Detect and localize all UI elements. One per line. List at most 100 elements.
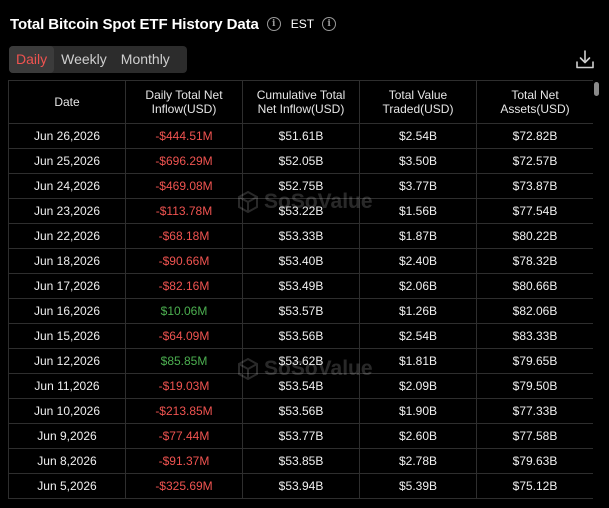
cell-cumulative-net-inflow: $53.57B	[242, 298, 360, 324]
table-row[interactable]: Jun 5,2026 -$325.69M $53.94B $5.39B $75.12B	[8, 473, 593, 499]
cell-total-net-assets: $73.87B	[476, 173, 593, 199]
scrollbar-thumb[interactable]	[594, 82, 599, 96]
tab-daily[interactable]: Daily	[9, 46, 55, 73]
table-row[interactable]: Jun 26,2026 -$444.51M $51.61B $2.54B $72.82B	[8, 123, 593, 149]
cell-date: Jun 22,2026	[8, 223, 126, 249]
cell-total-value-traded: $2.09B	[359, 373, 477, 399]
history-table: Date Daily Total Net Inflow(USD) Cumulat…	[8, 80, 593, 499]
cell-date: Jun 23,2026	[8, 198, 126, 224]
cell-date: Jun 26,2026	[8, 123, 126, 149]
cell-total-value-traded: $2.54B	[359, 123, 477, 149]
timezone-label: EST	[290, 17, 315, 31]
table-row[interactable]: Jun 22,2026 -$68.18M $53.33B $1.87B $80.22B	[8, 223, 593, 249]
cell-total-value-traded: $3.77B	[359, 173, 477, 199]
cell-daily-net-inflow: -$444.51M	[125, 123, 243, 149]
cell-daily-net-inflow: -$64.09M	[125, 323, 243, 349]
table-row[interactable]: Jun 16,2026 $10.06M $53.57B $1.26B $82.06B	[8, 298, 593, 324]
cell-date: Jun 8,2026	[8, 448, 126, 474]
cell-date: Jun 18,2026	[8, 248, 126, 274]
cell-cumulative-net-inflow: $51.61B	[242, 123, 360, 149]
cell-daily-net-inflow: -$82.16M	[125, 273, 243, 299]
cell-date: Jun 15,2026	[8, 323, 126, 349]
table-scrollbar[interactable]	[594, 80, 600, 508]
cell-total-value-traded: $5.39B	[359, 473, 477, 499]
page-header: Total Bitcoin Spot ETF History Data i ES…	[10, 13, 337, 35]
table-row[interactable]: Jun 18,2026 -$90.66M $53.40B $2.40B $78.32B	[8, 248, 593, 274]
timezone-info-icon[interactable]: i	[322, 17, 337, 31]
cell-date: Jun 17,2026	[8, 273, 126, 299]
column-header-cumulative-net-inflow[interactable]: Cumulative Total Net Inflow(USD)	[242, 80, 360, 124]
cell-date: Jun 5,2026	[8, 473, 126, 499]
cell-total-value-traded: $1.56B	[359, 198, 477, 224]
cell-cumulative-net-inflow: $53.85B	[242, 448, 360, 474]
cell-daily-net-inflow: $85.85M	[125, 348, 243, 374]
cell-total-net-assets: $79.50B	[476, 373, 593, 399]
table-row[interactable]: Jun 24,2026 -$469.08M $52.75B $3.77B $73.87B	[8, 173, 593, 199]
cell-cumulative-net-inflow: $53.94B	[242, 473, 360, 499]
cell-date: Jun 11,2026	[8, 373, 126, 399]
cell-date: Jun 25,2026	[8, 148, 126, 174]
column-header-total-value-traded[interactable]: Total Value Traded(USD)	[359, 80, 477, 124]
cell-total-net-assets: $77.58B	[476, 423, 593, 449]
download-icon[interactable]	[574, 49, 596, 71]
cell-total-value-traded: $2.40B	[359, 248, 477, 274]
cell-total-net-assets: $72.57B	[476, 148, 593, 174]
cell-cumulative-net-inflow: $53.62B	[242, 348, 360, 374]
table-header-row: Date Daily Total Net Inflow(USD) Cumulat…	[8, 80, 593, 124]
cell-total-value-traded: $1.26B	[359, 298, 477, 324]
cell-daily-net-inflow: $10.06M	[125, 298, 243, 324]
cell-cumulative-net-inflow: $53.77B	[242, 423, 360, 449]
info-icon[interactable]: i	[266, 17, 281, 31]
cell-daily-net-inflow: -$90.66M	[125, 248, 243, 274]
table-row[interactable]: Jun 25,2026 -$696.29M $52.05B $3.50B $72.57B	[8, 148, 593, 174]
table-row[interactable]: Jun 11,2026 -$19.03M $53.54B $2.09B $79.50B	[8, 373, 593, 399]
table-row[interactable]: Jun 17,2026 -$82.16M $53.49B $2.06B $80.66B	[8, 273, 593, 299]
table-row[interactable]: Jun 12,2026 $85.85M $53.62B $1.81B $79.65B	[8, 348, 593, 374]
cell-total-net-assets: $80.66B	[476, 273, 593, 299]
cell-cumulative-net-inflow: $52.75B	[242, 173, 360, 199]
cell-total-net-assets: $82.06B	[476, 298, 593, 324]
cell-total-value-traded: $2.54B	[359, 323, 477, 349]
cell-total-value-traded: $2.78B	[359, 448, 477, 474]
cell-total-net-assets: $78.32B	[476, 248, 593, 274]
cell-total-net-assets: $75.12B	[476, 473, 593, 499]
cell-date: Jun 12,2026	[8, 348, 126, 374]
table-row[interactable]: Jun 9,2026 -$77.44M $53.77B $2.60B $77.58B	[8, 423, 593, 449]
cell-total-value-traded: $3.50B	[359, 148, 477, 174]
tab-monthly[interactable]: Monthly	[114, 46, 177, 73]
column-header-daily-net-inflow[interactable]: Daily Total Net Inflow(USD)	[125, 80, 243, 124]
cell-total-value-traded: $2.60B	[359, 423, 477, 449]
table-row[interactable]: Jun 8,2026 -$91.37M $53.85B $2.78B $79.63B	[8, 448, 593, 474]
cell-total-net-assets: $77.33B	[476, 398, 593, 424]
cell-cumulative-net-inflow: $53.56B	[242, 323, 360, 349]
cell-total-net-assets: $79.65B	[476, 348, 593, 374]
cell-date: Jun 24,2026	[8, 173, 126, 199]
tab-weekly[interactable]: Weekly	[54, 46, 114, 73]
cell-daily-net-inflow: -$91.37M	[125, 448, 243, 474]
history-table-container[interactable]: Date Daily Total Net Inflow(USD) Cumulat…	[8, 80, 593, 508]
cell-total-value-traded: $1.90B	[359, 398, 477, 424]
cell-date: Jun 10,2026	[8, 398, 126, 424]
table-row[interactable]: Jun 23,2026 -$113.78M $53.22B $1.56B $77.54B	[8, 198, 593, 224]
period-tabs: Daily Weekly Monthly	[9, 46, 187, 73]
cell-cumulative-net-inflow: $53.56B	[242, 398, 360, 424]
table-row[interactable]: Jun 10,2026 -$213.85M $53.56B $1.90B $77.33B	[8, 398, 593, 424]
cell-daily-net-inflow: -$325.69M	[125, 473, 243, 499]
column-header-total-net-assets[interactable]: Total Net Assets(USD)	[476, 80, 593, 124]
cell-daily-net-inflow: -$113.78M	[125, 198, 243, 224]
cell-daily-net-inflow: -$213.85M	[125, 398, 243, 424]
cell-total-net-assets: $80.22B	[476, 223, 593, 249]
column-header-date[interactable]: Date	[8, 80, 126, 124]
cell-total-net-assets: $83.33B	[476, 323, 593, 349]
cell-date: Jun 9,2026	[8, 423, 126, 449]
cell-cumulative-net-inflow: $52.05B	[242, 148, 360, 174]
cell-total-net-assets: $72.82B	[476, 123, 593, 149]
cell-daily-net-inflow: -$19.03M	[125, 373, 243, 399]
cell-daily-net-inflow: -$68.18M	[125, 223, 243, 249]
cell-total-value-traded: $2.06B	[359, 273, 477, 299]
cell-cumulative-net-inflow: $53.54B	[242, 373, 360, 399]
cell-total-net-assets: $77.54B	[476, 198, 593, 224]
cell-total-value-traded: $1.87B	[359, 223, 477, 249]
table-row[interactable]: Jun 15,2026 -$64.09M $53.56B $2.54B $83.33B	[8, 323, 593, 349]
cell-total-value-traded: $1.81B	[359, 348, 477, 374]
